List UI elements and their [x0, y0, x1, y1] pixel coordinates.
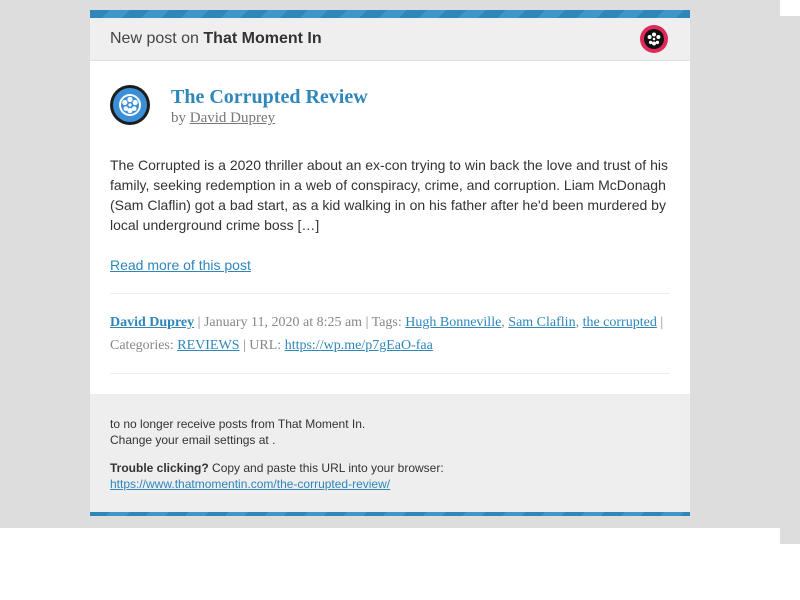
tag-link[interactable]: the corrupted [583, 315, 657, 330]
meta-author-link[interactable]: David Duprey [110, 315, 194, 330]
trouble-label: Trouble clicking? [110, 461, 209, 475]
post-url-link[interactable]: https://www.thatmomentin.com/the-corrupt… [110, 477, 390, 491]
film-reel-glyph [647, 32, 661, 46]
bottom-stripe [90, 512, 690, 516]
byline-author-link[interactable]: David Duprey [190, 110, 275, 126]
tag-link[interactable]: Hugh Bonneville [405, 315, 501, 330]
unsubscribe-text: to no longer receive posts from That Mom… [110, 417, 366, 431]
tag-separator: , [575, 315, 583, 330]
email-footer: to no longer receive posts from That Mom… [90, 394, 690, 512]
header-site-name: That Moment In [203, 30, 322, 47]
read-more-link[interactable]: Read more of this post [110, 257, 670, 273]
footer-gap [110, 448, 670, 460]
tag-link[interactable]: Sam Claflin [508, 315, 575, 330]
post-head: The Corrupted Review by David Duprey [110, 83, 670, 127]
post-meta: David Duprey | January 11, 2020 at 8:25 … [110, 293, 670, 374]
post-body: The Corrupted Review by David Duprey The… [90, 61, 690, 374]
email-card: New post on That Moment In The Corrupted… [90, 10, 690, 516]
header-prefix: New post on [110, 30, 204, 47]
trouble-text: Copy and paste this URL into your browse… [208, 461, 444, 475]
backdrop-edge [780, 16, 800, 544]
byline: by David Duprey [171, 110, 368, 127]
post-excerpt: The Corrupted is a 2020 thriller about a… [110, 157, 668, 233]
settings-text: Change your email settings at . [110, 433, 276, 447]
author-avatar[interactable] [110, 85, 150, 125]
post-title-link[interactable]: The Corrupted Review [171, 85, 368, 109]
film-reel-icon [119, 94, 141, 116]
trouble-line: Trouble clicking? Copy and paste this UR… [110, 460, 670, 476]
category-link[interactable]: REVIEWS [177, 338, 239, 353]
byline-prefix: by [171, 110, 190, 126]
title-block: The Corrupted Review by David Duprey [171, 83, 368, 127]
meta-url-label: | URL: [239, 338, 285, 353]
short-url-link[interactable]: https://wp.me/p7gEaO-faa [285, 338, 433, 353]
film-reel-icon[interactable] [640, 25, 668, 53]
header-text: New post on That Moment In [110, 30, 322, 48]
meta-date: | January 11, 2020 at 8:25 am | Tags: [194, 315, 406, 330]
top-stripe [90, 10, 690, 18]
email-header: New post on That Moment In [90, 18, 690, 61]
